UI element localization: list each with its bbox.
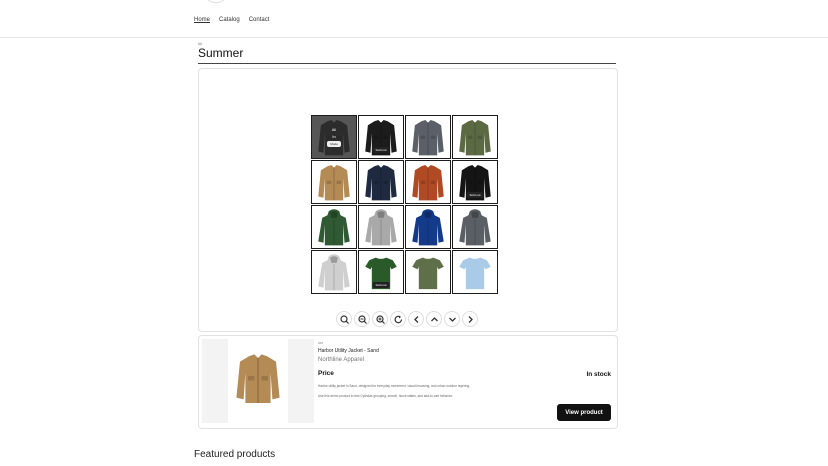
chevron-down-button[interactable] bbox=[444, 311, 460, 327]
reset-icon bbox=[394, 315, 402, 323]
page-title: Summer bbox=[198, 46, 244, 60]
product-note: Use this demo product to test Cylindas g… bbox=[318, 394, 454, 398]
chevron-up-icon bbox=[430, 316, 438, 321]
chevron-right-icon bbox=[468, 315, 473, 323]
jacket-image bbox=[412, 164, 444, 201]
nav-home[interactable]: Home bbox=[194, 17, 210, 23]
header-divider bbox=[0, 37, 828, 38]
viewer-controls bbox=[336, 311, 478, 327]
zoom-button[interactable] bbox=[336, 311, 352, 327]
chevron-left-button[interactable] bbox=[408, 311, 424, 327]
product-tile[interactable] bbox=[311, 250, 357, 294]
stock-status: In stock bbox=[586, 371, 611, 378]
zoom-in-button[interactable] bbox=[372, 311, 388, 327]
chevron-down-icon bbox=[448, 317, 456, 322]
product-tile[interactable] bbox=[405, 250, 451, 294]
hoodie-image bbox=[412, 209, 444, 246]
jacket-image bbox=[459, 119, 491, 156]
product-tile[interactable]: Sold out bbox=[358, 250, 404, 294]
product-tile[interactable] bbox=[311, 160, 357, 204]
overlay-title: All bbox=[331, 127, 337, 132]
product-tile[interactable] bbox=[358, 160, 404, 204]
product-tile[interactable] bbox=[405, 160, 451, 204]
reset-button[interactable] bbox=[390, 311, 406, 327]
zoom-in-icon bbox=[375, 314, 385, 324]
product-tile[interactable] bbox=[311, 205, 357, 249]
product-tile[interactable]: Sold out bbox=[452, 160, 498, 204]
zoom-icon bbox=[339, 314, 349, 324]
main-nav: Home Catalog Contact bbox=[194, 17, 269, 23]
title-underline bbox=[198, 63, 616, 64]
featured-products-heading: Featured products bbox=[194, 449, 276, 460]
product-vendor: Northline Apparel bbox=[318, 357, 365, 363]
product-tile[interactable] bbox=[452, 115, 498, 159]
overlay-pill[interactable]: Mode bbox=[327, 141, 341, 147]
chevron-up-button[interactable] bbox=[426, 311, 442, 327]
product-tile[interactable]: Sold out bbox=[358, 115, 404, 159]
hoodie-image bbox=[459, 209, 491, 246]
sold-out-badge: Sold out bbox=[466, 192, 484, 198]
tile-overlay: All In Mode bbox=[312, 116, 356, 158]
zoom-out-button[interactable] bbox=[354, 311, 370, 327]
product-grid: All In Mode Sold out Sold out Sold out bbox=[311, 115, 499, 294]
hoodie-image bbox=[318, 254, 350, 291]
product-tag: ### bbox=[318, 341, 324, 345]
product-name[interactable]: Harbor Utility Jacket - Sand bbox=[318, 348, 379, 354]
view-product-button[interactable]: View product bbox=[557, 404, 611, 421]
product-description: Harbor utility jacket in Sand, designed … bbox=[318, 384, 471, 388]
hoodie-image bbox=[318, 209, 350, 246]
jacket-image bbox=[412, 119, 444, 156]
tshirt-image bbox=[412, 257, 444, 290]
product-tile[interactable] bbox=[405, 115, 451, 159]
chevron-right-button[interactable] bbox=[462, 311, 478, 327]
product-media[interactable] bbox=[202, 339, 314, 423]
overlay-sub: In bbox=[332, 134, 336, 139]
product-tile[interactable]: All In Mode bbox=[311, 115, 357, 159]
product-tile[interactable] bbox=[452, 250, 498, 294]
nav-catalog[interactable]: Catalog bbox=[219, 17, 240, 23]
product-tile[interactable] bbox=[405, 205, 451, 249]
tshirt-image bbox=[459, 257, 491, 290]
sold-out-badge: Sold out bbox=[372, 147, 390, 153]
zoom-out-icon bbox=[357, 314, 367, 324]
product-tile[interactable] bbox=[358, 205, 404, 249]
product-tile[interactable] bbox=[452, 205, 498, 249]
product-image bbox=[236, 354, 280, 404]
price-label: Price bbox=[318, 370, 334, 377]
jacket-image bbox=[365, 164, 397, 201]
logo[interactable] bbox=[204, 0, 228, 3]
sold-out-badge: Sold out bbox=[372, 282, 390, 288]
jacket-image bbox=[318, 164, 350, 201]
hoodie-image bbox=[365, 209, 397, 246]
nav-contact[interactable]: Contact bbox=[249, 17, 270, 23]
chevron-left-icon bbox=[413, 315, 418, 323]
